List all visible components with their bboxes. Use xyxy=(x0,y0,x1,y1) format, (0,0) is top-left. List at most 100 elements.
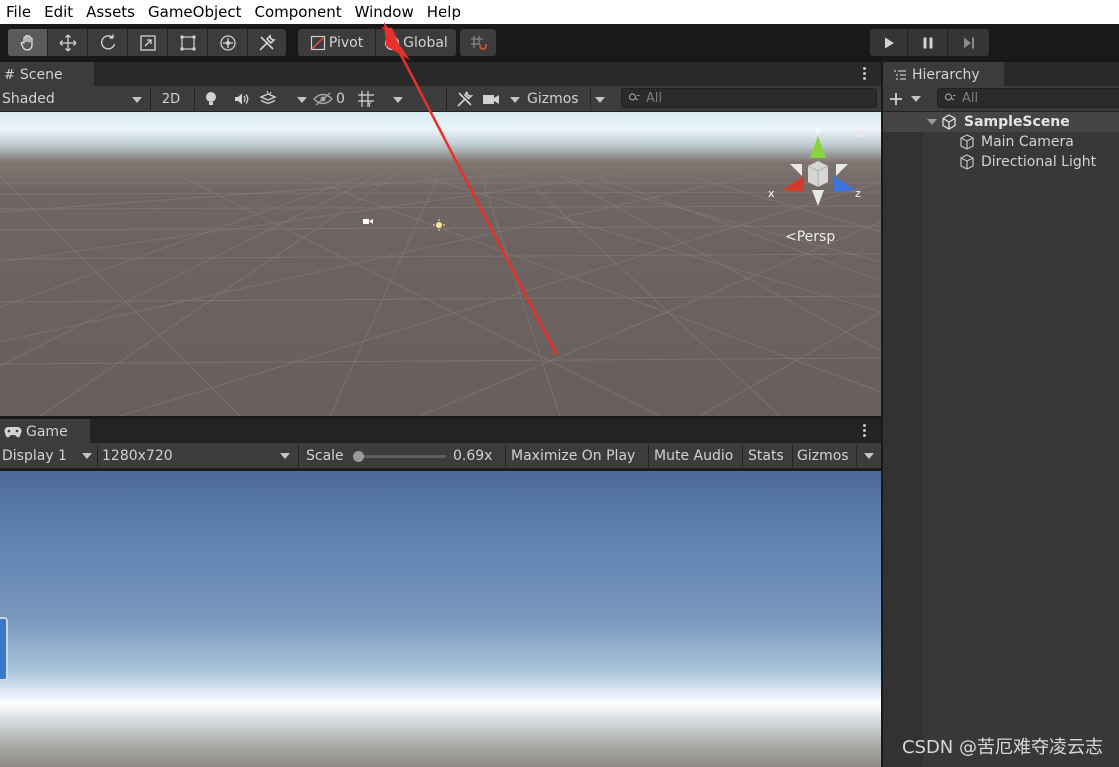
menu-gameobject[interactable]: GameObject xyxy=(142,3,249,21)
gizmos-label: Gizmos xyxy=(527,91,579,107)
game-gizmos-dropdown[interactable]: Gizmos xyxy=(797,445,879,467)
grid-snap-icon xyxy=(471,35,487,50)
scene-search-placeholder: All xyxy=(646,90,663,106)
game-viewport[interactable] xyxy=(0,471,881,767)
panel-divider[interactable] xyxy=(0,416,881,419)
scale-tool-button[interactable] xyxy=(128,29,168,56)
lock-icon[interactable] xyxy=(856,130,864,137)
chevron-down-icon xyxy=(510,97,520,103)
hidden-count: 0 xyxy=(336,91,345,107)
panel-divider[interactable] xyxy=(881,62,883,767)
rect-tool-button[interactable] xyxy=(168,29,208,56)
camera-dropdown[interactable] xyxy=(482,88,524,110)
menu-component[interactable]: Component xyxy=(249,3,349,21)
move-tool-button[interactable] xyxy=(48,29,88,56)
gameobject-cube-icon xyxy=(960,154,974,170)
chevron-down-icon[interactable] xyxy=(927,119,937,125)
display-label: Display 1 xyxy=(2,448,67,464)
game-side-scrollbar[interactable] xyxy=(0,617,8,681)
global-label: Global xyxy=(403,34,448,51)
projection-label: Persp xyxy=(796,229,836,245)
game-menu-icon[interactable] xyxy=(862,424,866,437)
chevron-left-icon: < xyxy=(785,229,797,245)
menu-file[interactable]: File xyxy=(0,3,38,21)
scene-controlbar: Shaded 2D 0 Y Gizmos All xyxy=(0,86,881,112)
scene-name: SampleScene xyxy=(964,114,1070,130)
menu-assets[interactable]: Assets xyxy=(80,3,142,21)
gizmos-dropdown[interactable]: Gizmos xyxy=(527,88,611,110)
scale-slider-track[interactable] xyxy=(353,451,446,462)
chevron-down-icon xyxy=(132,97,142,103)
hierarchy-controlbar: All xyxy=(883,86,1119,112)
grid-dropdown[interactable]: Y xyxy=(357,88,407,110)
projection-toggle[interactable]: <Persp xyxy=(785,229,835,245)
global-toggle[interactable]: Global xyxy=(376,29,456,56)
maximize-on-play-toggle[interactable]: Maximize On Play xyxy=(511,445,645,467)
chevron-down-icon xyxy=(864,453,874,459)
scene-orientation-gizmo[interactable]: y x z xyxy=(766,120,876,214)
custom-editor-tool-button[interactable] xyxy=(248,29,286,56)
play-button[interactable] xyxy=(870,29,908,56)
unity-scene-icon xyxy=(942,114,956,130)
resolution-label: 1280x720 xyxy=(102,448,173,464)
custom-editor-tool-icon xyxy=(259,33,276,51)
playmode-controls xyxy=(870,29,989,56)
audio-toggle[interactable] xyxy=(228,88,256,110)
scene-viewport[interactable]: y x z <Persp xyxy=(0,112,881,416)
svg-text:Y: Y xyxy=(366,100,372,108)
gamepad-icon xyxy=(4,427,22,438)
hierarchy-panel: SampleScene Main Camera Directional Ligh… xyxy=(883,112,1119,767)
hierarchy-item-directional-light[interactable]: Directional Light xyxy=(883,152,1119,172)
mute-audio-toggle[interactable]: Mute Audio xyxy=(654,445,742,467)
hierarchy-item-main-camera[interactable]: Main Camera xyxy=(883,132,1119,152)
hierarchy-item-label: Main Camera xyxy=(981,134,1074,150)
scene-search-input[interactable]: All xyxy=(621,88,877,108)
menu-help[interactable]: Help xyxy=(421,3,468,21)
chevron-down-icon xyxy=(297,97,307,103)
step-button[interactable] xyxy=(948,29,989,56)
mode-2d-toggle[interactable]: 2D xyxy=(153,88,189,110)
scene-menu-icon[interactable] xyxy=(862,67,866,80)
transform-tool-button[interactable] xyxy=(208,29,248,56)
hand-tool-button[interactable] xyxy=(8,29,48,56)
hierarchy-scene-row[interactable]: SampleScene xyxy=(883,112,1119,132)
game-gizmos-label: Gizmos xyxy=(797,448,849,464)
search-icon xyxy=(628,93,640,101)
pivot-label: Pivot xyxy=(328,34,364,51)
lighting-toggle[interactable] xyxy=(197,88,225,110)
camera-gizmo-icon[interactable] xyxy=(362,216,374,226)
tab-hierarchy-label: Hierarchy xyxy=(912,67,980,83)
display-dropdown[interactable]: Display 1 xyxy=(2,445,96,467)
light-gizmo-icon[interactable] xyxy=(433,219,445,231)
create-dropdown[interactable] xyxy=(889,88,923,110)
hierarchy-search-input[interactable]: All xyxy=(937,88,1119,108)
pivot-toggle[interactable]: Pivot xyxy=(298,29,376,56)
scene-tools-toggle[interactable] xyxy=(451,88,479,110)
handle-position-group: Pivot Global xyxy=(298,29,456,56)
draw-mode-label: Shaded xyxy=(2,91,55,107)
search-icon xyxy=(944,93,956,101)
tab-scene[interactable]: # Scene xyxy=(0,62,94,86)
grid-snap-button[interactable] xyxy=(460,29,496,56)
pause-button[interactable] xyxy=(908,29,948,56)
draw-mode-dropdown[interactable]: Shaded xyxy=(2,88,148,110)
menu-edit[interactable]: Edit xyxy=(38,3,80,21)
scene-visibility-toggle[interactable]: 0 xyxy=(313,88,353,110)
stats-toggle[interactable]: Stats xyxy=(748,445,790,467)
scale-slider-thumb[interactable] xyxy=(353,451,364,462)
axis-x-label: x xyxy=(768,187,775,200)
maximize-label: Maximize On Play xyxy=(511,448,636,464)
main-toolbar: Pivot Global xyxy=(0,24,1119,62)
rotate-tool-button[interactable] xyxy=(88,29,128,56)
unity-editor-window: File Edit Assets GameObject Component Wi… xyxy=(0,0,1119,767)
resolution-dropdown[interactable]: 1280x720 xyxy=(102,445,296,467)
tab-hierarchy[interactable]: Hierarchy xyxy=(883,62,1004,86)
play-icon xyxy=(884,37,894,48)
effects-dropdown[interactable] xyxy=(259,88,309,110)
step-icon xyxy=(963,37,974,48)
scene-tabbar: # Scene xyxy=(0,62,881,86)
pause-icon xyxy=(923,37,932,48)
tab-game[interactable]: Game xyxy=(0,419,90,443)
chevron-down-icon xyxy=(911,96,921,102)
menu-window[interactable]: Window xyxy=(349,3,421,21)
